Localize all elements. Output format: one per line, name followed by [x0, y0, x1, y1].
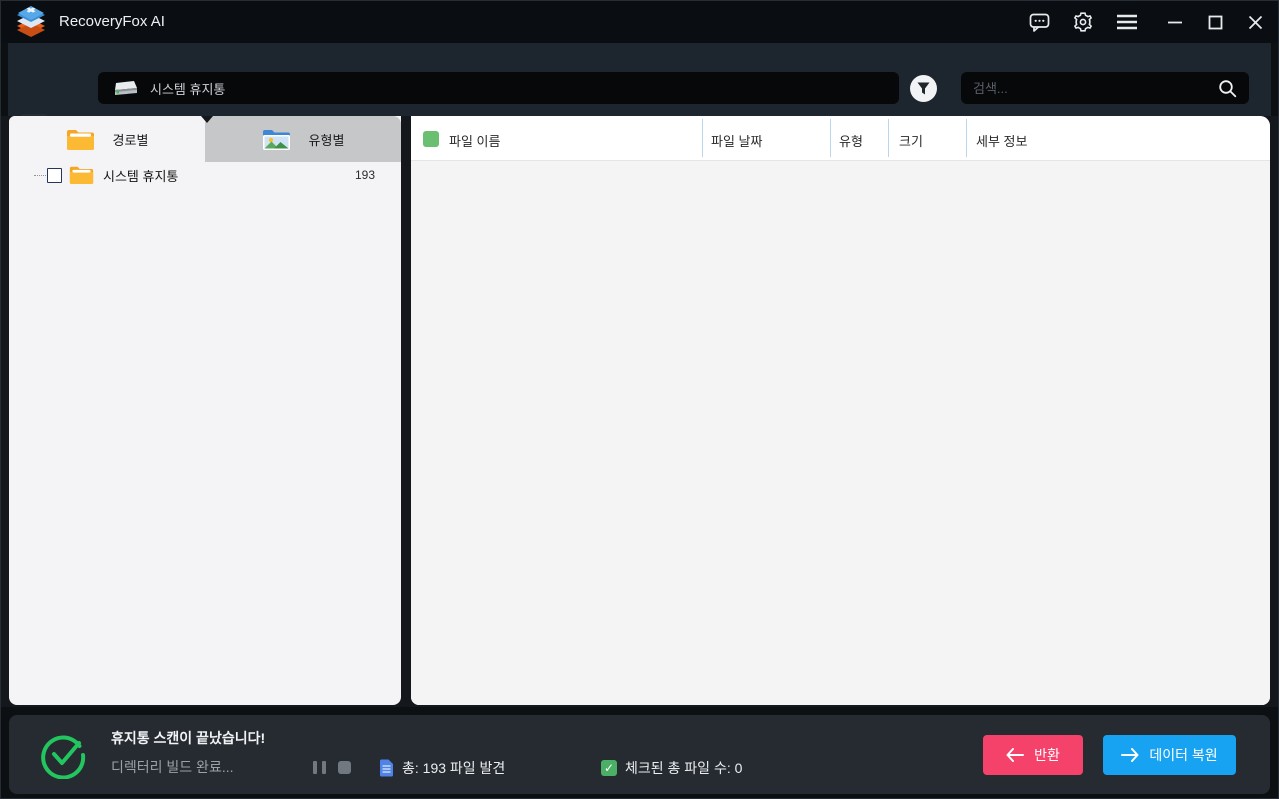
sidebar-tabs: 경로별 유형별: [9, 116, 401, 162]
tree-branch-line: [34, 174, 46, 176]
recover-button-label: 데이터 복원: [1149, 747, 1218, 763]
file-list-body[interactable]: [411, 162, 1270, 705]
scan-status-subtitle: 디렉터리 빌드 완료...: [111, 759, 234, 775]
return-button[interactable]: 반환: [983, 735, 1083, 775]
app-window: RecoveryFox AI 시스템 휴지통 검색... 경로별 유형별 시스템…: [0, 0, 1279, 799]
filter-funnel-icon[interactable]: [910, 75, 937, 102]
image-folder-icon: [262, 129, 290, 150]
checked-checkbox-icon: ✓: [601, 760, 617, 776]
scan-status-title: 휴지통 스캔이 끝났습니다!: [111, 730, 266, 746]
app-title: RecoveryFox AI: [59, 13, 165, 30]
settings-gear-icon[interactable]: [1072, 11, 1094, 33]
close-icon[interactable]: [1244, 11, 1266, 33]
arrow-left-icon: [1006, 748, 1025, 762]
window-controls: [1164, 1, 1266, 43]
magnifier-icon[interactable]: [1218, 79, 1237, 98]
feedback-icon[interactable]: [1028, 11, 1050, 33]
column-size[interactable]: 크기: [899, 131, 923, 150]
search-box: [961, 72, 1249, 104]
tree-item-recycle-bin[interactable]: 시스템 휴지통 193: [9, 162, 401, 188]
path-field[interactable]: 시스템 휴지통: [98, 72, 899, 104]
document-icon: [380, 759, 393, 777]
menu-icon[interactable]: [1116, 11, 1138, 33]
tab-caret: [201, 116, 213, 123]
column-separator[interactable]: [702, 119, 703, 157]
checked-files-label: 체크된 총 파일 수: 0: [625, 760, 743, 776]
folder-icon: [69, 166, 94, 185]
column-separator[interactable]: [888, 119, 889, 157]
column-separator[interactable]: [966, 119, 967, 157]
tab-by-path[interactable]: 경로별: [9, 116, 205, 162]
column-details[interactable]: 세부 정보: [976, 131, 1027, 150]
return-button-label: 반환: [1034, 747, 1060, 763]
titlebar-icons: [1028, 1, 1138, 43]
file-list-header: 파일 이름 파일 날짜 유형 크기 세부 정보: [411, 116, 1270, 161]
tree-item-count: 193: [354, 168, 375, 182]
arrow-right-icon: [1121, 748, 1139, 762]
column-file-date[interactable]: 파일 날짜: [711, 131, 762, 150]
tab-by-path-label: 경로별: [112, 132, 149, 148]
checked-files-stat: ✓ 체크된 총 파일 수: 0: [601, 758, 742, 778]
minimize-icon[interactable]: [1164, 11, 1186, 33]
tab-by-type[interactable]: 유형별: [205, 116, 401, 162]
maximize-icon[interactable]: [1204, 11, 1226, 33]
folder-tree: 시스템 휴지통 193: [9, 162, 401, 188]
folder-icon: [66, 129, 94, 150]
tree-item-label: 시스템 휴지통: [103, 168, 179, 184]
select-all-checkbox[interactable]: [423, 131, 439, 147]
content-area: 경로별 유형별 시스템 휴지통 193 파일 이름 파일 날짜 유형 크기 세부…: [1, 116, 1278, 707]
total-files-stat: 총: 193 파일 발견: [379, 758, 505, 778]
app-logo-icon: [17, 6, 45, 37]
tree-item-checkbox[interactable]: [47, 167, 62, 183]
nav-bar: 시스템 휴지통: [8, 43, 1271, 144]
status-bar: 휴지통 스캔이 끝났습니다! 디렉터리 빌드 완료... 총: 193 파일 발…: [9, 715, 1270, 794]
pause-icon[interactable]: [313, 761, 326, 774]
path-value: 시스템 휴지통: [150, 81, 226, 97]
column-separator[interactable]: [830, 119, 831, 157]
scan-complete-check-icon: [41, 735, 86, 779]
file-list-panel: 파일 이름 파일 날짜 유형 크기 세부 정보: [411, 116, 1270, 705]
recover-data-button[interactable]: 데이터 복원: [1103, 735, 1236, 775]
column-type[interactable]: 유형: [839, 131, 863, 150]
sidebar: 경로별 유형별 시스템 휴지통 193: [9, 116, 401, 705]
hard-drive-icon: [115, 80, 137, 95]
column-file-name[interactable]: 파일 이름: [449, 131, 500, 150]
total-files-label: 총: 193 파일 발견: [402, 760, 506, 776]
stop-icon[interactable]: [338, 761, 351, 774]
tab-by-type-label: 유형별: [308, 132, 345, 148]
search-input[interactable]: [973, 80, 1218, 96]
title-bar: RecoveryFox AI: [1, 1, 1278, 43]
